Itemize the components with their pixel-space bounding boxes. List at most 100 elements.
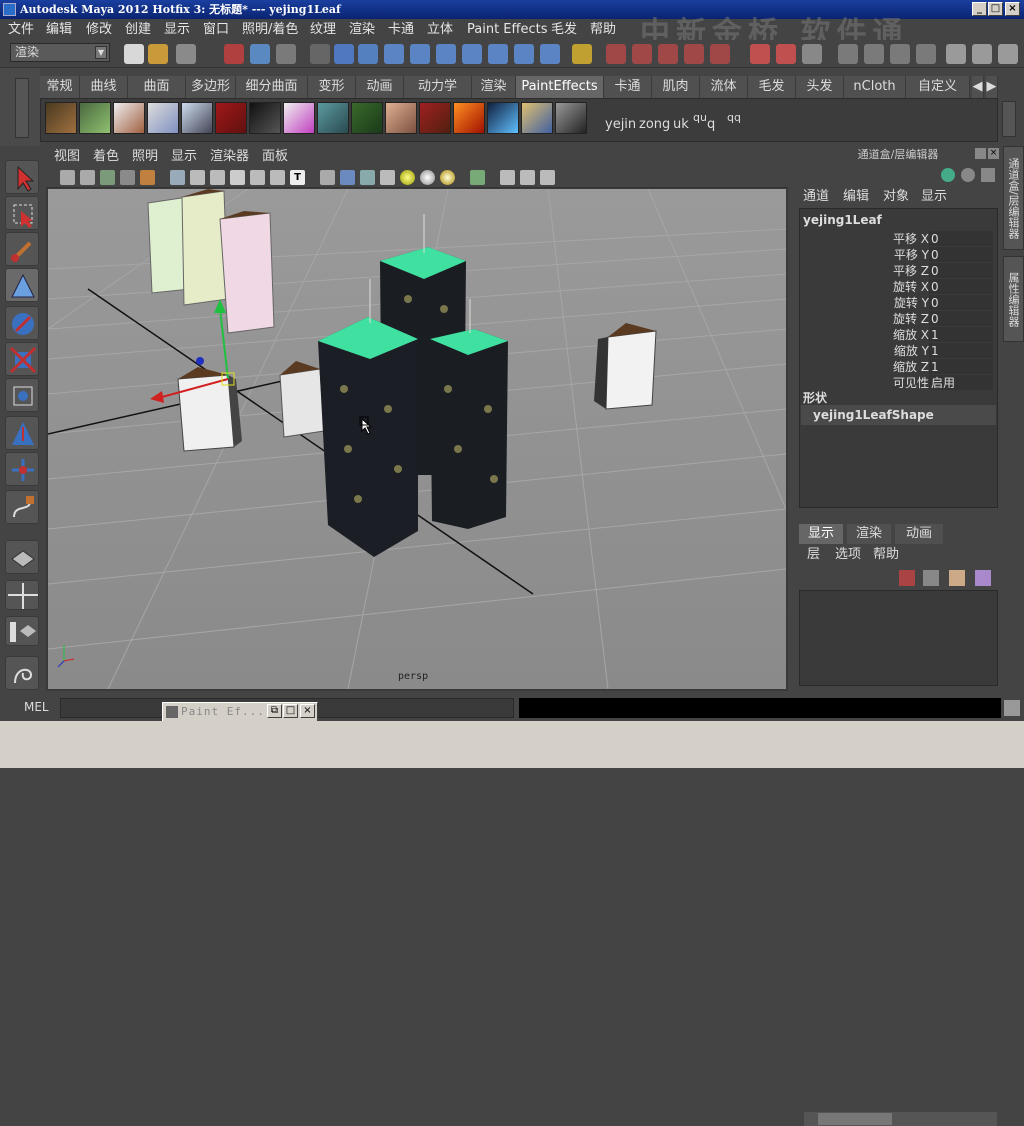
menu-texturing[interactable]: 纹理 (310, 19, 336, 40)
brush-flower-icon[interactable] (147, 102, 179, 134)
select-dynamics-icon[interactable] (462, 44, 482, 64)
xray-icon[interactable] (500, 170, 515, 185)
brush-noise-icon[interactable] (555, 102, 587, 134)
brush-sky-icon[interactable] (521, 102, 553, 134)
snap-view-plane-icon[interactable] (684, 44, 704, 64)
shelf-text-zong[interactable]: zong (639, 117, 670, 132)
minimized-paint-effects-window[interactable]: Paint Ef... ⧉ □ × (162, 702, 318, 722)
attr-row[interactable]: 旋转 X0 (800, 279, 995, 295)
menu-fur[interactable]: 毛发 (551, 19, 577, 40)
scroll-thumb[interactable] (818, 1113, 892, 1125)
vp-menu-panels[interactable]: 面板 (262, 146, 288, 168)
close-mini-button[interactable]: × (300, 704, 315, 718)
select-hierarchy-icon[interactable] (224, 44, 244, 64)
shelf-text-q[interactable]: q (707, 117, 715, 132)
vp-menu-shading[interactable]: 着色 (93, 146, 119, 168)
open-scene-icon[interactable] (148, 44, 168, 64)
shelf-scroll-right-icon[interactable]: ▶ (986, 76, 998, 98)
shelf-text-uk[interactable]: uk (673, 117, 689, 132)
vp-menu-lighting[interactable]: 照明 (132, 146, 158, 168)
shelf-tab-rendering[interactable]: 渲染 (472, 76, 516, 98)
shelf-tab-toon[interactable]: 卡通 (604, 76, 652, 98)
soft-modification-icon[interactable] (5, 452, 39, 486)
brush-grass-icon[interactable] (79, 102, 111, 134)
question-icon[interactable] (540, 44, 560, 64)
render-settings-icon[interactable] (916, 44, 936, 64)
menu-modify[interactable]: 修改 (86, 19, 112, 40)
brush-hand-icon[interactable] (385, 102, 417, 134)
mel-label[interactable]: MEL (24, 700, 49, 714)
layer-menu-options[interactable]: 选项 (835, 544, 861, 566)
shelf-text-yejin[interactable]: yejin (605, 117, 636, 132)
select-deformations-icon[interactable] (436, 44, 456, 64)
grease-pencil-icon[interactable] (140, 170, 155, 185)
hyper-toggle-icon[interactable] (981, 168, 995, 182)
bookmarks-icon[interactable] (80, 170, 95, 185)
brush-leaf-icon[interactable] (351, 102, 383, 134)
layer-hscrollbar[interactable] (804, 1112, 997, 1126)
safe-title-icon[interactable]: T (290, 170, 305, 185)
shadows-icon[interactable] (440, 170, 455, 185)
rotate-tool-icon[interactable] (5, 342, 39, 376)
lasso-tool-icon[interactable] (5, 196, 39, 230)
film-gate-icon[interactable] (190, 170, 205, 185)
isolate-select-icon[interactable] (470, 170, 485, 185)
layer-menu-layers[interactable]: 层 (807, 544, 820, 566)
construction-history-icon[interactable] (802, 44, 822, 64)
output-ops-icon[interactable] (776, 44, 796, 64)
brush-sparkle-icon[interactable] (249, 102, 281, 134)
shelf-text-qu[interactable]: qu (693, 111, 707, 124)
use-all-lights-icon[interactable] (420, 170, 435, 185)
layer-tab-display[interactable]: 显示 (799, 524, 843, 544)
safe-action-icon[interactable] (270, 170, 285, 185)
resolution-gate-icon[interactable] (210, 170, 225, 185)
brush-lips-icon[interactable] (419, 102, 451, 134)
paint-select-tool-icon[interactable] (5, 232, 39, 266)
snap-curve-icon[interactable] (632, 44, 652, 64)
camera-attributes-icon[interactable] (60, 170, 75, 185)
move-tool-icon[interactable] (5, 306, 39, 340)
use-default-lighting-icon[interactable] (400, 170, 415, 185)
textured-icon[interactable] (380, 170, 395, 185)
new-layer-icon[interactable] (949, 570, 965, 586)
shelf-tab-custom[interactable]: 自定义 (906, 76, 970, 98)
menu-stereo[interactable]: 立体 (427, 19, 453, 40)
attr-row[interactable]: 缩放 Z1 (800, 359, 995, 375)
show-manipulator-icon[interactable] (5, 490, 39, 524)
four-view-layout-icon[interactable] (5, 580, 39, 610)
two-d-pan-icon[interactable] (120, 170, 135, 185)
shelf-tab-deformation[interactable]: 变形 (308, 76, 356, 98)
shelf-tab-painteffects[interactable]: PaintEffects (516, 76, 604, 98)
viewport-3d-scene[interactable]: persp (47, 188, 787, 690)
maximize-button[interactable]: □ (988, 2, 1003, 16)
select-rendering-icon[interactable] (488, 44, 508, 64)
menu-window[interactable]: 窗口 (203, 19, 229, 40)
shelf-tab-curves[interactable]: 曲线 (80, 76, 128, 98)
shelf-text-qq[interactable]: qq (727, 111, 741, 124)
select-handles-icon[interactable] (334, 44, 354, 64)
attr-row[interactable]: 缩放 X1 (800, 327, 995, 343)
select-component-icon[interactable] (276, 44, 296, 64)
vp-menu-renderer[interactable]: 渲染器 (210, 146, 249, 168)
shape-node[interactable]: yejing1LeafShape (801, 405, 996, 425)
outliner-layout-icon[interactable] (5, 616, 39, 646)
menu-lighting-shading[interactable]: 照明/着色 (242, 19, 298, 40)
render-view-icon[interactable] (838, 44, 858, 64)
manipulator-toggle-icon[interactable] (941, 168, 955, 182)
snap-grid-icon[interactable] (606, 44, 626, 64)
smooth-shade-icon[interactable] (340, 170, 355, 185)
speed-toggle-icon[interactable] (961, 168, 975, 182)
attr-row[interactable]: 缩放 Y1 (800, 343, 995, 359)
shelf-collapse-bar[interactable] (15, 78, 29, 138)
cb-menu-show[interactable]: 显示 (921, 186, 947, 208)
single-perspective-layout-icon[interactable] (5, 540, 39, 574)
new-layer-selected-icon[interactable] (975, 570, 991, 586)
ipr-render-icon[interactable] (890, 44, 910, 64)
maya-logo-icon[interactable] (5, 656, 39, 690)
menu-paint-effects[interactable]: Paint Effects (467, 19, 548, 40)
vp-menu-view[interactable]: 视图 (54, 146, 80, 168)
attr-row[interactable]: 可见性 启用 (800, 375, 995, 391)
layer-tab-anim[interactable]: 动画 (895, 524, 943, 544)
shelf-tab-hair[interactable]: 头发 (796, 76, 844, 98)
shelf-handle[interactable] (0, 68, 40, 146)
